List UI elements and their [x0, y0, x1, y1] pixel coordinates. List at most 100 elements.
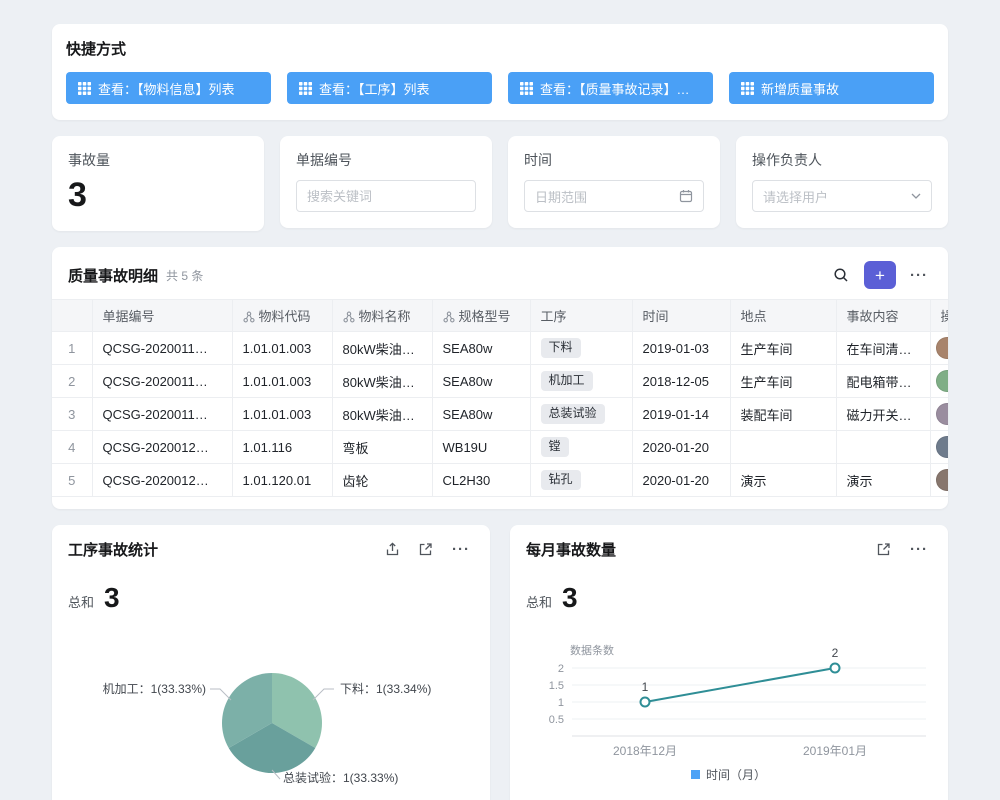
cell-doc-no: QCSG-2020011…: [92, 365, 232, 398]
cell-doc-no: QCSG-2020011…: [92, 332, 232, 365]
accident-detail-card: 质量事故明细 共 5 条 + ··· 单据编号 物料代码 物料名称 规格型号 工序 时间 地…: [52, 247, 948, 509]
column-header-label: 规格型号: [459, 309, 511, 324]
cell-material-code: 1.01.01.003: [232, 398, 332, 431]
pie-more-button[interactable]: ···: [448, 541, 474, 558]
column-header-3[interactable]: 物料名称: [332, 300, 432, 332]
pie-total-row: 总和 3: [68, 582, 474, 614]
cell-place: 生产车间: [730, 365, 836, 398]
shortcuts-card: 快捷方式 查看：【物料信息】列表查看：【工序】列表查看：【质量事故记录】…新增质…: [52, 24, 948, 120]
table-row[interactable]: 4QCSG-2020012…1.01.116弯板WB19U镗2020-01-20: [52, 431, 948, 464]
line-more-button[interactable]: ···: [906, 541, 932, 558]
table-more-button[interactable]: ···: [906, 267, 932, 284]
column-header-label: 物料代码: [259, 309, 311, 324]
avatar[interactable]: [936, 403, 949, 425]
cell-spec: CL2H30: [432, 464, 530, 497]
column-header-5[interactable]: 工序: [530, 300, 632, 332]
column-header-2[interactable]: 物料代码: [232, 300, 332, 332]
export-button[interactable]: [382, 539, 403, 560]
cell-process: 下料: [530, 332, 632, 365]
cell-place: 装配车间: [730, 398, 836, 431]
cell-spec: SEA80w: [432, 398, 530, 431]
cell-material-code: 1.01.01.003: [232, 365, 332, 398]
relation-icon: [243, 311, 255, 323]
accident-table: 单据编号物料代码物料名称规格型号工序时间地点事故内容操作负责人1QCSG-202…: [52, 299, 948, 497]
table-toolbar: 质量事故明细 共 5 条 + ···: [52, 247, 948, 299]
table-body: 1QCSG-2020011…1.01.01.00380kW柴油…SEA80w下料…: [52, 332, 948, 497]
pie-total-label: 总和: [68, 592, 94, 611]
shortcut-button-3[interactable]: 查看：【质量事故记录】…: [508, 72, 713, 104]
shortcut-button-row: 查看：【物料信息】列表 查看：【工序】列表查看：【质量事故记录】… 新增质量事故: [66, 72, 934, 104]
column-header-label: 地点: [741, 309, 767, 324]
cell-date: 2020-01-20: [632, 464, 730, 497]
shortcut-button-2[interactable]: 查看：【工序】列表: [287, 72, 492, 104]
add-record-button[interactable]: +: [864, 261, 896, 289]
column-header-9[interactable]: 操作负责人: [930, 300, 948, 332]
y-tick-label: 2: [558, 663, 564, 675]
cell-material-name: 80kW柴油…: [332, 332, 432, 365]
cell-doc-no: QCSG-2020012…: [92, 431, 232, 464]
process-tag: 总装试验: [541, 404, 605, 425]
row-number: 5: [52, 464, 92, 497]
y-tick-label: 1.5: [549, 680, 564, 692]
row-number: 1: [52, 332, 92, 365]
avatar[interactable]: [936, 469, 949, 491]
open-chart-button[interactable]: [415, 539, 436, 560]
operator-select[interactable]: 请选择用户: [752, 180, 932, 212]
shortcut-button-4[interactable]: 新增质量事故: [729, 72, 934, 104]
avatar[interactable]: [936, 370, 949, 392]
column-header-6[interactable]: 时间: [632, 300, 730, 332]
column-header-4[interactable]: 规格型号: [432, 300, 530, 332]
cell-content: 演示: [836, 464, 930, 497]
legend-marker: [691, 770, 700, 779]
cell-place: [730, 431, 836, 464]
column-header-1[interactable]: 单据编号: [92, 300, 232, 332]
column-header-label: 单据编号: [103, 309, 155, 324]
table-header-row: 单据编号 物料代码 物料名称 规格型号 工序 时间 地点 事故内容 操作负责人: [52, 300, 948, 332]
cell-content: 在车间清洗…: [836, 332, 930, 365]
export-icon: [385, 542, 400, 557]
pie-annotation: 总装试验：1(33.33%): [283, 770, 398, 785]
cell-material-name: 弯板: [332, 431, 432, 464]
x-tick-label: 2018年12月: [613, 744, 677, 758]
data-point-label: 2: [832, 646, 839, 660]
monthly-line-chart: 0.511.52数据条数12018年12月22019年01月时间（月）: [526, 616, 932, 786]
operator-filter-label: 操作负责人: [752, 150, 932, 170]
table-row[interactable]: 5QCSG-2020012…1.01.120.01齿轮CL2H30钻孔2020-…: [52, 464, 948, 497]
shortcut-button-1[interactable]: 查看：【物料信息】列表: [66, 72, 271, 104]
column-header-8[interactable]: 事故内容: [836, 300, 930, 332]
y-axis-title: 数据条数: [570, 643, 614, 657]
monthly-accident-chart-card: 每月事故数量 ··· 总和 3 0.511.52数据条数12018年12月220…: [510, 525, 948, 800]
column-header-label: 时间: [643, 309, 669, 324]
date-range-field[interactable]: 日期范围: [524, 180, 704, 212]
cell-spec: SEA80w: [432, 332, 530, 365]
shortcut-button-label: 查看：【物料信息】列表: [98, 79, 235, 98]
table-row[interactable]: 3QCSG-2020011…1.01.01.00380kW柴油…SEA80w总装…: [52, 398, 948, 431]
dashboard-body: { "colors": { "accent_blue": "#4aa0f6", …: [0, 0, 1000, 800]
pie-chart-header: 工序事故统计 ···: [68, 539, 474, 560]
cell-material-code: 1.01.120.01: [232, 464, 332, 497]
doc-no-search-field[interactable]: [296, 180, 476, 212]
avatar[interactable]: [936, 337, 949, 359]
cell-process: 钻孔: [530, 464, 632, 497]
table-row[interactable]: 2QCSG-2020011…1.01.01.00380kW柴油…SEA80w机加…: [52, 365, 948, 398]
doc-no-search-input[interactable]: [307, 189, 465, 204]
cell-doc-no: QCSG-2020012…: [92, 464, 232, 497]
pie-leader-line: [313, 689, 334, 700]
charts-row: 工序事故统计 ··· 总和 3 下料：1(33.34%) 总装试验：1(33.33…: [52, 525, 948, 800]
column-header-label: 工序: [541, 309, 567, 324]
data-point[interactable]: [641, 698, 650, 707]
column-header-label: 事故内容: [847, 309, 899, 324]
filter-row: 事故量 3 单据编号 时间 日期范围 操作负责人 请选择用户: [52, 136, 948, 231]
doc-no-filter-label: 单据编号: [296, 150, 476, 170]
table-row[interactable]: 1QCSG-2020011…1.01.01.00380kW柴油…SEA80w下料…: [52, 332, 948, 365]
chevron-down-icon: [911, 193, 921, 199]
row-number: 2: [52, 365, 92, 398]
cell-content: [836, 431, 930, 464]
column-header-7[interactable]: 地点: [730, 300, 836, 332]
open-chart-button[interactable]: [873, 539, 894, 560]
avatar[interactable]: [936, 436, 949, 458]
data-point[interactable]: [831, 664, 840, 673]
search-button[interactable]: [830, 264, 852, 286]
cell-material-name: 齿轮: [332, 464, 432, 497]
pie-annotation: 下料：1(33.34%): [340, 682, 431, 696]
